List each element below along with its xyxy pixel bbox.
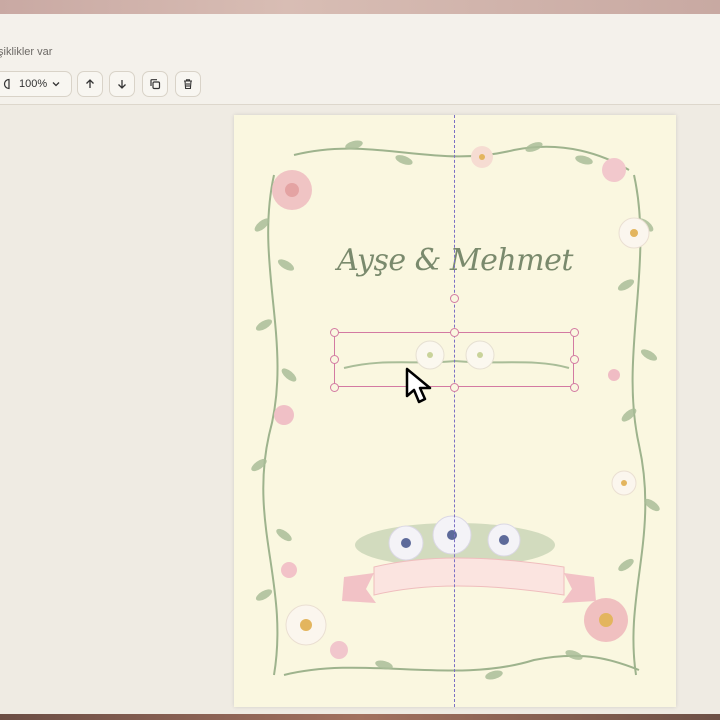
selection-box[interactable]	[334, 332, 574, 387]
move-up-button[interactable]	[77, 71, 103, 97]
zoom-dropdown[interactable]: 100%	[0, 71, 72, 97]
invitation-page[interactable]: Ayşe & Mehmet	[234, 115, 676, 707]
mouse-cursor-icon	[405, 367, 432, 404]
trash-icon	[184, 79, 192, 90]
resize-handle-top-right[interactable]	[570, 328, 579, 337]
window-top-strip	[0, 0, 720, 14]
move-down-button[interactable]	[109, 71, 135, 97]
resize-handle-bottom-left[interactable]	[330, 383, 339, 392]
duplicate-button[interactable]	[142, 71, 168, 97]
resize-handle-bottom-right[interactable]	[570, 383, 579, 392]
resize-handle-top-left[interactable]	[330, 328, 339, 337]
resize-handle-bottom[interactable]	[450, 383, 459, 392]
delete-button[interactable]	[175, 71, 201, 97]
arrow-down-icon	[118, 80, 126, 89]
chevron-down-icon	[52, 82, 60, 87]
rotate-handle[interactable]	[450, 294, 459, 303]
center-guide-line	[454, 115, 455, 707]
unsaved-changes-label: şiklikler var	[0, 46, 53, 58]
zoom-icon	[3, 78, 10, 90]
copy-icon	[150, 79, 161, 90]
resize-handle-right[interactable]	[570, 355, 579, 364]
title-bar: şiklikler var	[0, 14, 720, 65]
zoom-value: 100%	[19, 78, 48, 90]
resize-handle-left[interactable]	[330, 355, 339, 364]
arrow-up-icon	[86, 79, 94, 88]
floral-frame-illustration	[251, 140, 660, 680]
couple-names-text[interactable]: Ayşe & Mehmet	[234, 243, 676, 278]
toolbar: 100%	[0, 64, 720, 105]
dock-strip	[0, 714, 720, 720]
resize-handle-top[interactable]	[450, 328, 459, 337]
